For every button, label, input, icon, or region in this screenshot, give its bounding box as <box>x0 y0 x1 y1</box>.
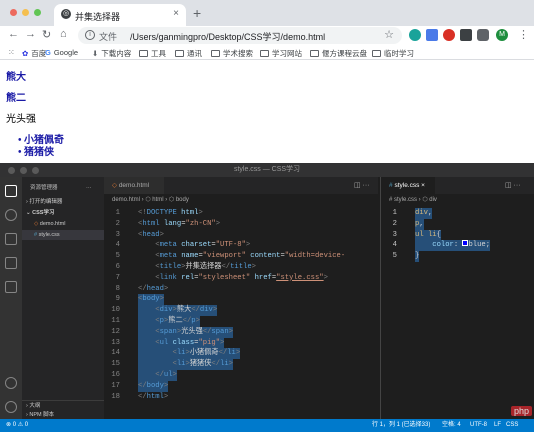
address-bar[interactable]: i 文件 /Users/ganmingpro/Desktop/CSS学习/dem… <box>78 27 402 44</box>
css-file-icon: # <box>389 182 393 189</box>
source-control-icon[interactable] <box>5 233 17 245</box>
zoom-window-icon[interactable] <box>32 167 39 174</box>
paw-icon: ✿ <box>22 49 29 58</box>
explorer-icon[interactable] <box>5 185 17 197</box>
breadcrumb: demo.html › ⬡ html › ⬡ body <box>112 197 189 203</box>
watermark-badge: php <box>510 406 532 416</box>
explorer-sidebar: 资源管理器 ··· › 打开的编辑器 ⌄ CSS学习 ◇ demo.html #… <box>22 177 104 419</box>
extensions-icon[interactable] <box>5 281 17 293</box>
css-code: 1 div, 2 p, 3 ul li{ 4 color: blue; 5} <box>392 208 491 262</box>
indent-status[interactable]: 空格: 4 <box>442 419 461 432</box>
split-editor-icon[interactable]: ◫ ··· <box>354 181 370 189</box>
reload-icon[interactable]: ↻ <box>42 28 51 41</box>
globe-icon: ◎ <box>61 9 71 19</box>
bookmark-downloads[interactable]: ⬇ 下载内容 <box>92 48 131 59</box>
vscode-title: style.css — CSS学习 <box>0 163 534 177</box>
bookmarks-bar: ⁙ ✿ 百度 G Google ⬇ 下载内容 工具 通讯 学术搜索 学习网站 偃方课程… <box>0 46 534 60</box>
download-icon: ⬇ <box>92 49 99 58</box>
zoom-window-icon[interactable] <box>34 9 41 16</box>
run-debug-icon[interactable] <box>5 257 17 269</box>
status-bar: ⊗ 0 ⚠ 0 行 1，列 1 (已选择33) 空格: 4 UTF-8 LF C… <box>0 419 534 432</box>
screenshot-icon[interactable] <box>460 29 472 41</box>
puzzle-icon[interactable] <box>477 29 489 41</box>
close-window-icon[interactable] <box>8 167 15 174</box>
menu-icon[interactable]: ⋮ <box>518 28 529 41</box>
translate-icon[interactable] <box>426 29 438 41</box>
bookmark-folder-learning[interactable]: 学习网站 <box>260 48 302 59</box>
google-icon: G <box>45 48 51 57</box>
bookmark-baidu[interactable]: ✿ 百度 <box>22 48 46 59</box>
apps-icon[interactable]: ⁙ <box>8 48 15 57</box>
abp-icon[interactable] <box>443 29 455 41</box>
search-icon[interactable] <box>5 209 17 221</box>
css-file-icon: # <box>34 232 38 238</box>
forward-icon[interactable]: → <box>25 28 36 40</box>
bookmark-folder-comms[interactable]: 通讯 <box>175 48 202 59</box>
close-window-icon[interactable] <box>10 9 17 16</box>
vscode-window: style.css — CSS学习 资源管理器 ··· › 打开的编辑器 ⌄ C… <box>0 163 534 432</box>
file-item-style-css[interactable]: # style.css <box>22 230 104 240</box>
editor-tabs: ◇ demo.html <box>104 177 378 194</box>
folder-icon <box>211 50 220 57</box>
folder-icon <box>260 50 269 57</box>
folder-icon <box>139 50 148 57</box>
settings-gear-icon[interactable] <box>5 401 17 413</box>
page-list-item: • 猪猪侠 <box>18 147 55 158</box>
split-editor-icon[interactable]: ◫ ··· <box>505 181 521 189</box>
back-icon[interactable]: ← <box>8 28 19 40</box>
bookmark-folder-temp[interactable]: 临时学习 <box>372 48 414 59</box>
breadcrumb: # style.css › ⬡ div <box>389 197 437 203</box>
bookmark-star-icon[interactable]: ☆ <box>384 28 394 41</box>
more-actions-icon[interactable]: ··· <box>86 183 98 193</box>
editor-demo-html[interactable]: ◇ demo.html ◫ ··· demo.html › ⬡ html › ⬡… <box>104 177 378 419</box>
minimize-window-icon[interactable] <box>22 9 29 16</box>
tab-title: 并集选择器 <box>75 12 121 22</box>
tab-demo-html[interactable]: ◇ demo.html <box>104 177 164 194</box>
tab-style-css[interactable]: # style.css × <box>381 177 435 194</box>
encoding-status[interactable]: UTF-8 <box>470 419 487 432</box>
file-item-demo-html[interactable]: ◇ demo.html <box>22 219 104 229</box>
activity-bar <box>0 177 22 419</box>
eol-status[interactable]: LF <box>494 419 501 432</box>
page-p-text: 熊二 <box>6 93 26 104</box>
info-icon[interactable]: i <box>85 30 95 40</box>
extension-icon[interactable] <box>409 29 421 41</box>
account-icon[interactable] <box>5 377 17 389</box>
open-editors-section[interactable]: › 打开的编辑器 <box>22 197 104 207</box>
home-icon[interactable]: ⌂ <box>60 28 67 40</box>
minimize-window-icon[interactable] <box>20 167 27 174</box>
new-tab-button[interactable]: + <box>193 5 201 21</box>
html-file-icon: ◇ <box>34 221 39 227</box>
profile-avatar[interactable]: M <box>496 29 508 41</box>
bookmark-folder-tools[interactable]: 工具 <box>139 48 166 59</box>
html-code: 1 <!DOCTYPE html> 2 <html lang="zh-CN"> 3 <… <box>111 209 346 401</box>
bookmark-folder-course[interactable]: 偃方课程云盘 <box>310 48 367 59</box>
page-span-text: 光头强 <box>6 114 36 125</box>
folder-icon <box>175 50 184 57</box>
browser-tab[interactable]: ◎ 并集选择器 × <box>54 4 186 26</box>
page-div-text: 熊大 <box>6 72 26 83</box>
problems-status[interactable]: ⊗ 0 ⚠ 0 <box>6 419 28 432</box>
cursor-position[interactable]: 行 1，列 1 (已选择33) <box>372 419 430 432</box>
outline-section[interactable]: › 大纲 <box>22 400 104 410</box>
bookmark-google[interactable]: G Google <box>45 48 78 57</box>
html-file-icon: ◇ <box>112 182 117 189</box>
folder-section[interactable]: ⌄ CSS学习 <box>22 208 104 218</box>
language-status[interactable]: CSS <box>506 419 518 432</box>
close-tab-icon[interactable]: × <box>173 8 179 19</box>
bookmark-folder-scholar[interactable]: 学术搜索 <box>211 48 253 59</box>
address-url[interactable]: /Users/ganmingpro/Desktop/CSS学习/demo.htm… <box>130 30 325 43</box>
folder-icon <box>372 50 381 57</box>
folder-icon <box>310 50 319 57</box>
address-scheme-label: 文件 <box>99 32 118 42</box>
editor-style-css[interactable]: # style.css × ◫ ··· # style.css › ⬡ div … <box>380 177 534 419</box>
